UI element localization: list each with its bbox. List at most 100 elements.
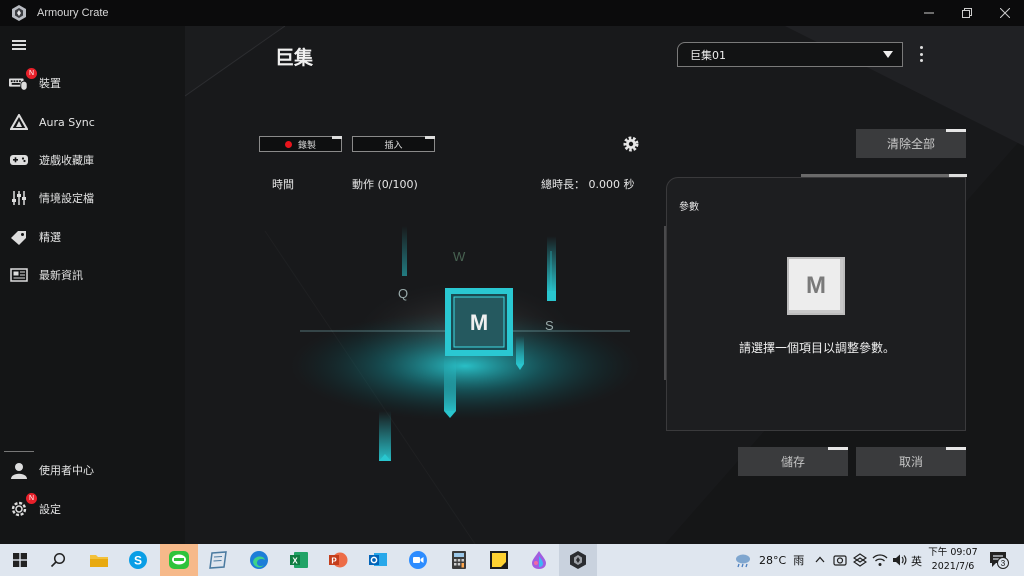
- total-duration: 總時長： 0.000 秒: [541, 178, 635, 191]
- sidebar-item-aura-sync[interactable]: Aura Sync: [0, 108, 185, 136]
- time-column-header: 時間: [272, 178, 294, 191]
- news-icon: [9, 265, 29, 285]
- macro-page: 巨集 巨集01 錄製 插入 時間 動作 (0/100) 總時長： 0.000 秒: [185, 26, 1024, 544]
- sliders-icon: [9, 188, 29, 208]
- restore-button[interactable]: [948, 0, 986, 26]
- sidebar-item-label: 遊戲收藏庫: [39, 154, 94, 167]
- settings-badge: N: [26, 493, 37, 504]
- notification-count: 3: [997, 557, 1009, 569]
- devices-badge: N: [26, 68, 37, 79]
- ime-indicator[interactable]: 英: [911, 553, 922, 569]
- clock-time: 下午 09:07: [928, 547, 978, 558]
- sidebar-item-label: 最新資訊: [39, 269, 83, 282]
- sidebar-item-label: 情境設定檔: [39, 192, 94, 205]
- search-icon[interactable]: [46, 548, 70, 572]
- sidebar-divider: [4, 451, 34, 452]
- excel-icon[interactable]: X: [287, 548, 311, 572]
- notes-app-icon[interactable]: [206, 548, 230, 572]
- clock-date: 2021/7/6: [931, 561, 975, 572]
- weather-desc: 雨: [793, 554, 805, 567]
- keyboard-mouse-icon: N: [9, 68, 37, 93]
- sidebar-item-scenario-profiles[interactable]: 情境設定檔: [0, 184, 185, 212]
- dropbox-tray-icon[interactable]: [853, 553, 867, 567]
- notification-center-button[interactable]: 3: [989, 551, 1009, 569]
- sidebar-item-user-center[interactable]: 使用者中心: [0, 456, 185, 484]
- chevron-up-icon[interactable]: [815, 556, 825, 563]
- more-options-icon[interactable]: [918, 46, 924, 62]
- edge-browser-icon[interactable]: [247, 548, 271, 572]
- sidebar-item-featured[interactable]: 精選: [0, 223, 185, 251]
- macro-select-dropdown[interactable]: 巨集01: [677, 42, 903, 67]
- window-title: Armoury Crate: [37, 7, 109, 19]
- outlook-icon[interactable]: [366, 548, 390, 572]
- taskbar: S X P 28°C 雨 英 下午 09:07 2021/7/6 3: [0, 544, 1024, 576]
- paint-app-icon[interactable]: [527, 548, 551, 572]
- close-icon: [1000, 8, 1010, 18]
- stage-key-m: M: [470, 310, 488, 335]
- record-dot-icon: [284, 140, 292, 148]
- sidebar: N 裝置 Aura Sync 遊戲收藏庫 情境設定檔 精選 最新資訊 使用者中心…: [0, 26, 185, 544]
- sidebar-item-settings[interactable]: N 設定: [0, 493, 185, 523]
- weather-temp: 28°C: [759, 553, 787, 567]
- svg-text:P: P: [331, 557, 337, 566]
- armoury-crate-logo-icon: [12, 5, 26, 21]
- sidebar-item-devices[interactable]: N 裝置: [0, 68, 185, 97]
- insert-label: 插入: [384, 140, 403, 151]
- page-title: 巨集: [275, 47, 314, 69]
- rain-cloud-icon: [736, 554, 750, 568]
- file-explorer-icon[interactable]: [87, 548, 111, 572]
- save-button[interactable]: 儲存: [738, 447, 848, 476]
- svg-text:X: X: [292, 557, 298, 566]
- params-panel: 參數 M 請選擇一個項目以調整參數。: [666, 177, 966, 431]
- chevron-down-icon: [883, 51, 893, 58]
- minimize-button[interactable]: [910, 0, 948, 26]
- tag-icon: [9, 227, 29, 247]
- sidebar-item-label: 設定: [39, 503, 61, 516]
- powerpoint-icon[interactable]: P: [326, 548, 350, 572]
- gamepad-icon: [9, 150, 29, 170]
- camera-tray-icon[interactable]: [833, 553, 847, 567]
- cancel-button[interactable]: 取消: [856, 447, 966, 476]
- macro-select-value: 巨集01: [690, 48, 726, 62]
- stage-key-w: W: [453, 249, 466, 264]
- close-button[interactable]: [986, 0, 1024, 26]
- speaker-icon[interactable]: [892, 553, 907, 567]
- sidebar-item-label: 使用者中心: [39, 464, 94, 477]
- weather-widget[interactable]: 28°C 雨: [734, 552, 804, 568]
- params-keycap: M: [787, 257, 845, 315]
- macro-empty-illustration: Q W S M: [290, 226, 640, 461]
- settings-gear-icon: N: [9, 493, 37, 519]
- sidebar-item-news[interactable]: 最新資訊: [0, 261, 185, 289]
- record-label: 錄製: [297, 140, 316, 151]
- insert-button[interactable]: 插入: [352, 136, 435, 152]
- sidebar-item-label: 精選: [39, 231, 61, 244]
- sidebar-item-game-library[interactable]: 遊戲收藏庫: [0, 146, 185, 174]
- hamburger-menu-icon[interactable]: [12, 40, 26, 50]
- stage-key-s: S: [545, 318, 554, 333]
- line-app-icon[interactable]: [160, 544, 198, 576]
- params-hint: 請選擇一個項目以調整參數。: [738, 341, 895, 355]
- minimize-icon: [924, 12, 934, 14]
- user-icon: [9, 460, 29, 480]
- title-bar: Armoury Crate: [0, 0, 1024, 26]
- restore-icon: [962, 8, 972, 18]
- calculator-icon[interactable]: [447, 548, 471, 572]
- wifi-icon[interactable]: [872, 553, 888, 567]
- params-title: 參數: [679, 202, 699, 213]
- armoury-crate-taskbar-icon[interactable]: [559, 544, 597, 576]
- sidebar-item-label: Aura Sync: [39, 115, 95, 129]
- params-key-label: M: [806, 272, 826, 299]
- svg-text:S: S: [134, 554, 142, 568]
- skype-icon[interactable]: S: [126, 548, 150, 572]
- clear-all-button[interactable]: 清除全部: [856, 129, 966, 158]
- taskbar-clock[interactable]: 下午 09:07 2021/7/6: [928, 546, 978, 574]
- record-button[interactable]: 錄製: [259, 136, 342, 152]
- aura-triangle-icon: [9, 112, 29, 132]
- armoury-crate-window: Armoury Crate N 裝置 Aura Sync 遊戲收藏庫 情境設定檔…: [0, 0, 1024, 544]
- sidebar-item-label: 裝置: [39, 77, 61, 90]
- window-controls: [910, 0, 1024, 26]
- zoom-icon[interactable]: [406, 548, 430, 572]
- start-windows-icon[interactable]: [8, 548, 32, 572]
- gear-icon[interactable]: [622, 135, 640, 153]
- sticky-notes-icon[interactable]: [487, 548, 511, 572]
